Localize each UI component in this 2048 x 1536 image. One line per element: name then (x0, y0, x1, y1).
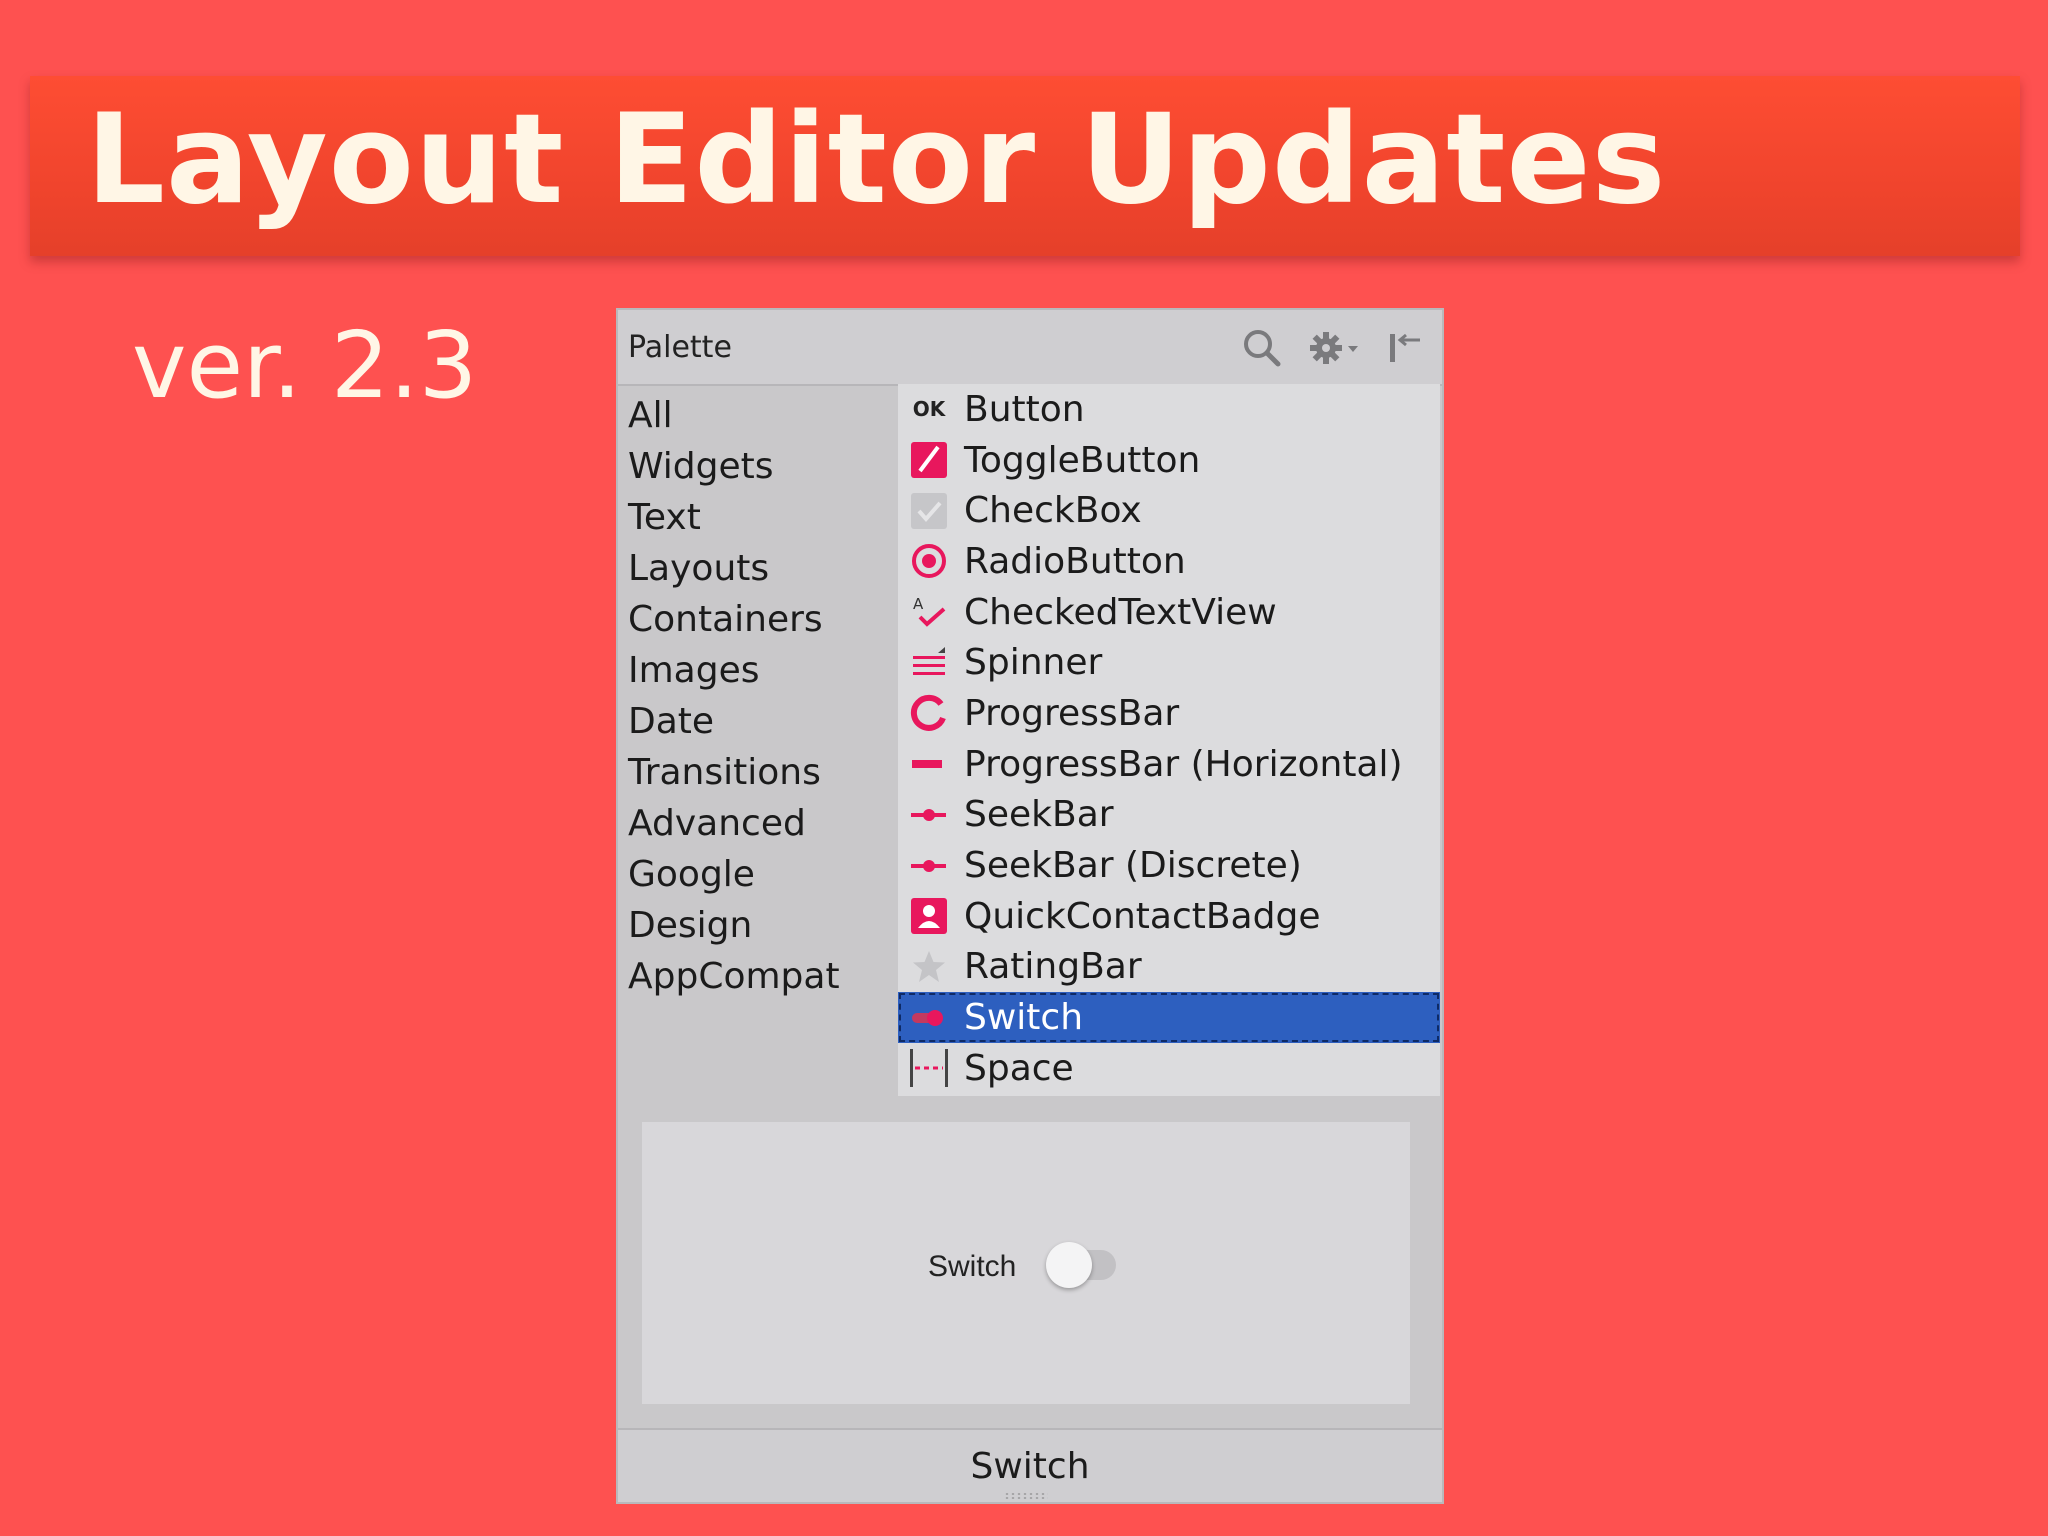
seekbar-icon (908, 794, 950, 836)
widget-list: OK Button ToggleButton CheckBox RadioBut… (898, 384, 1440, 1096)
svg-text:A: A (913, 595, 924, 613)
progress-circle-icon (908, 692, 950, 734)
category-text[interactable]: Text (626, 492, 896, 543)
category-date[interactable]: Date (626, 696, 896, 747)
widget-item-togglebutton[interactable]: ToggleButton (898, 435, 1440, 486)
palette-header: Palette (618, 310, 1442, 386)
category-transitions[interactable]: Transitions (626, 747, 896, 798)
checkbox-icon (908, 490, 950, 532)
widget-label: Switch (964, 997, 1084, 1039)
widget-label: SeekBar (Discrete) (964, 845, 1302, 887)
widget-preview: Switch (642, 1122, 1410, 1404)
contact-badge-icon (908, 895, 950, 937)
category-google[interactable]: Google (626, 849, 896, 900)
widget-item-radiobutton[interactable]: RadioButton (898, 536, 1440, 587)
widget-label: Spinner (964, 642, 1103, 684)
spinner-icon (908, 642, 950, 684)
palette-panel: Palette All Widgets Text Layouts Contain… (616, 308, 1444, 1504)
widget-item-progressbar-horizontal[interactable]: ProgressBar (Horizontal) (898, 739, 1440, 790)
category-appcompat[interactable]: AppCompat (626, 951, 896, 1002)
title-banner: Layout Editor Updates (30, 76, 2020, 256)
toggle-icon (908, 439, 950, 481)
star-icon (908, 946, 950, 988)
category-all[interactable]: All (626, 390, 896, 441)
resize-grip[interactable] (1004, 1492, 1048, 1500)
widget-item-button[interactable]: OK Button (898, 384, 1440, 435)
widget-item-progressbar[interactable]: ProgressBar (898, 688, 1440, 739)
widget-item-ratingbar[interactable]: RatingBar (898, 942, 1440, 993)
gear-icon[interactable] (1306, 326, 1362, 374)
widget-label: ProgressBar (Horizontal) (964, 743, 1403, 785)
search-icon[interactable] (1240, 326, 1284, 374)
checked-text-icon: A (908, 591, 950, 633)
widget-label: RadioButton (964, 540, 1186, 582)
widget-label: ToggleButton (964, 439, 1201, 481)
widget-item-seekbar[interactable]: SeekBar (898, 790, 1440, 841)
palette-title: Palette (628, 330, 732, 365)
widget-item-switch[interactable]: Switch (898, 992, 1440, 1043)
seekbar-discrete-icon (908, 845, 950, 887)
widget-label: CheckedTextView (964, 591, 1277, 633)
radio-icon (908, 540, 950, 582)
widget-label: SeekBar (964, 794, 1114, 836)
category-layouts[interactable]: Layouts (626, 543, 896, 594)
slide-title: Layout Editor Updates (86, 88, 1667, 232)
widget-label: ProgressBar (964, 692, 1180, 734)
widget-label: Space (964, 1047, 1074, 1089)
version-subtitle: ver. 2.3 (132, 312, 478, 419)
widget-item-seekbar-discrete[interactable]: SeekBar (Discrete) (898, 840, 1440, 891)
ok-icon: OK (912, 397, 946, 422)
widget-label: RatingBar (964, 946, 1142, 988)
widget-label: QuickContactBadge (964, 895, 1321, 937)
preview-switch-label: Switch (928, 1250, 1017, 1283)
category-design[interactable]: Design (626, 900, 896, 951)
widget-item-checkbox[interactable]: CheckBox (898, 485, 1440, 536)
collapse-panel-icon[interactable] (1384, 326, 1428, 374)
category-list: All Widgets Text Layouts Containers Imag… (626, 390, 896, 1002)
category-advanced[interactable]: Advanced (626, 798, 896, 849)
widget-item-quickcontactbadge[interactable]: QuickContactBadge (898, 891, 1440, 942)
widget-item-checkedtextview[interactable]: A CheckedTextView (898, 587, 1440, 638)
palette-footer: Switch (618, 1428, 1442, 1502)
space-icon (908, 1047, 950, 1089)
widget-label: Button (964, 388, 1085, 430)
widget-item-spinner[interactable]: Spinner (898, 637, 1440, 688)
progress-horizontal-icon (908, 743, 950, 785)
category-containers[interactable]: Containers (626, 594, 896, 645)
widget-item-space[interactable]: Space (898, 1043, 1440, 1094)
switch-icon (908, 997, 950, 1039)
selected-widget-name: Switch (970, 1446, 1090, 1487)
preview-switch-thumb[interactable] (1046, 1242, 1092, 1288)
category-widgets[interactable]: Widgets (626, 441, 896, 492)
category-images[interactable]: Images (626, 645, 896, 696)
widget-label: CheckBox (964, 490, 1142, 532)
